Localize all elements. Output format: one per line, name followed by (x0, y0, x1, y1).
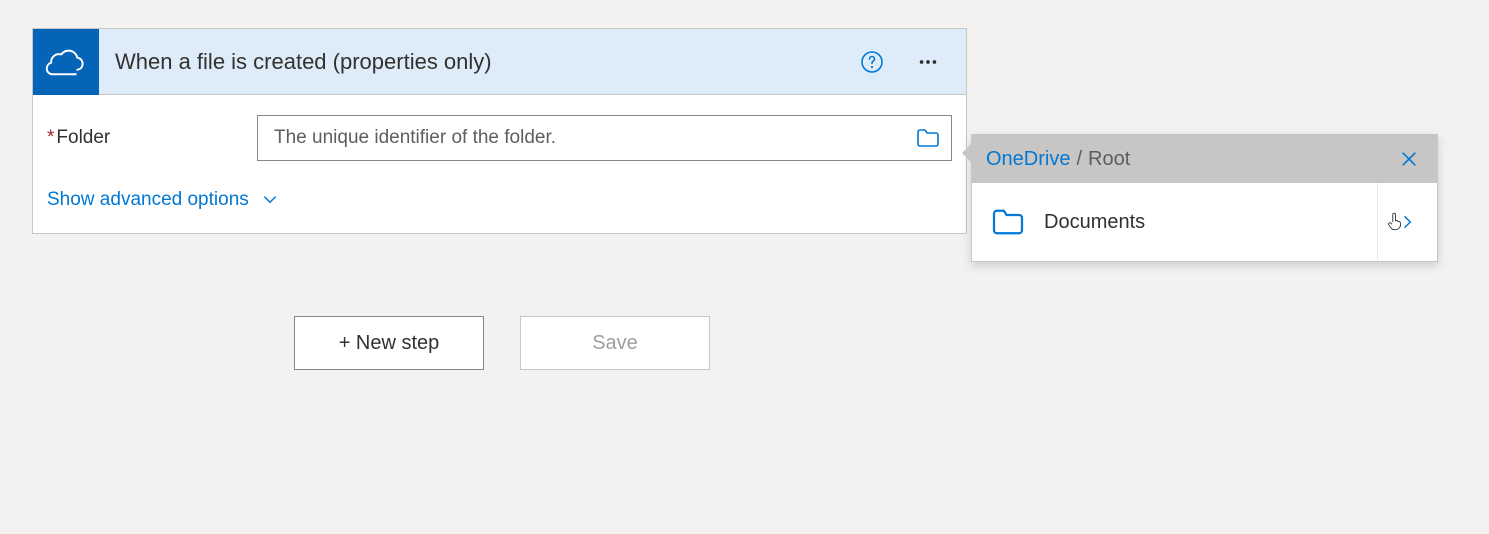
cursor-icon (1386, 211, 1404, 238)
picker-item-label: Documents (1044, 211, 1377, 234)
picker-item-navigate[interactable] (1377, 183, 1437, 261)
help-icon[interactable] (858, 48, 886, 76)
trigger-body: * Folder Show advanced options (33, 95, 966, 233)
new-step-label: + New step (339, 332, 440, 355)
close-icon[interactable] (1395, 145, 1423, 173)
folder-input[interactable] (257, 115, 952, 161)
more-icon[interactable] (914, 48, 942, 76)
folder-icon (986, 208, 1030, 236)
trigger-header[interactable]: When a file is created (properties only) (33, 29, 966, 95)
save-button[interactable]: Save (520, 316, 710, 370)
new-step-button[interactable]: + New step (294, 316, 484, 370)
picker-path: OneDrive / Root (986, 148, 1395, 171)
picker-item-documents[interactable]: Documents (972, 183, 1437, 261)
required-indicator: * (47, 127, 54, 149)
trigger-card: When a file is created (properties only)… (32, 28, 967, 234)
chevron-down-icon (261, 191, 279, 209)
folder-field-row: * Folder (47, 115, 952, 161)
trigger-title: When a file is created (properties only) (99, 49, 858, 75)
onedrive-icon (33, 29, 99, 95)
advanced-options-label: Show advanced options (47, 189, 249, 211)
picker-body: Documents (972, 183, 1437, 261)
folder-input-wrap (257, 115, 952, 161)
folder-picker-popout: OneDrive / Root Documents (971, 134, 1438, 262)
picker-breadcrumb: OneDrive / Root (972, 135, 1437, 183)
picker-current: Root (1088, 148, 1130, 171)
show-advanced-options[interactable]: Show advanced options (47, 189, 952, 211)
actions-row: + New step Save (294, 316, 710, 370)
trigger-actions (858, 48, 966, 76)
save-label: Save (592, 332, 638, 355)
folder-label: * Folder (47, 127, 257, 149)
picker-sep: / (1076, 148, 1082, 171)
picker-root-link[interactable]: OneDrive (986, 148, 1070, 171)
folder-picker-icon[interactable] (914, 124, 942, 152)
folder-label-text: Folder (56, 127, 110, 149)
